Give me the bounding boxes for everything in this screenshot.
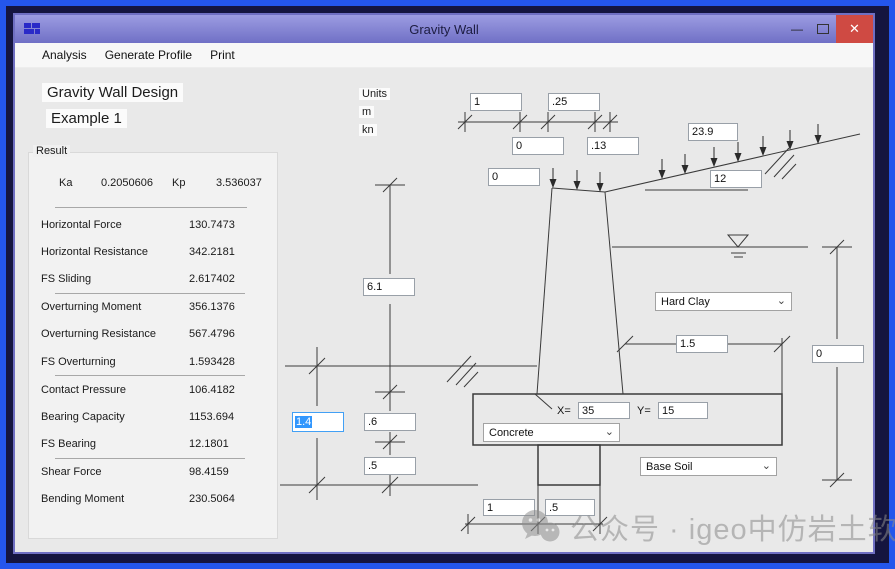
app-window: Gravity Wall — ✕ Analysis Generate Profi… [13,13,875,554]
base-soil-select[interactable]: Base Soil ⌄ [640,457,777,476]
top-width-2-input[interactable] [548,93,600,111]
window-title: Gravity Wall [15,22,873,37]
chevron-down-icon: ⌄ [762,461,776,472]
menu-print[interactable]: Print [201,45,244,65]
desktop: { "window": { "title": "Gravity Wall" },… [0,0,895,569]
wall-material-value: Concrete [489,427,534,439]
top-offset-input[interactable] [512,137,564,155]
titlebar: Gravity Wall — ✕ [15,15,873,43]
point-x-input[interactable] [578,402,630,419]
surcharge-load-input[interactable] [688,123,738,141]
water-level-input[interactable] [812,345,864,363]
menubar: Analysis Generate Profile Print [15,43,873,68]
top-batter-input[interactable] [587,137,639,155]
menu-analysis[interactable]: Analysis [33,45,96,65]
top-width-1-input[interactable] [470,93,522,111]
base-soil-value: Base Soil [646,461,692,473]
embed-depth-input[interactable]: 1.4 [292,412,344,432]
slope-angle-input[interactable] [710,170,762,188]
surcharge-left-input[interactable] [488,168,540,186]
x-label: X= [557,405,571,417]
wall-diagram [15,68,873,554]
client-area: Gravity Wall Design Example 1 Units m kn… [15,68,873,552]
wall-material-select[interactable]: Concrete ⌄ [483,423,620,442]
key-depth-input[interactable] [364,457,416,475]
backfill-soil-value: Hard Clay [661,296,710,308]
toe-width-input[interactable] [676,335,728,353]
embed-depth-selected-text: 1.4 [295,416,312,428]
key-offset-input[interactable] [483,499,535,516]
wall-height-input[interactable] [363,278,415,296]
menu-generate-profile[interactable]: Generate Profile [96,45,201,65]
chevron-down-icon: ⌄ [777,296,791,307]
key-width-input[interactable] [545,499,595,516]
point-y-input[interactable] [658,402,708,419]
chevron-down-icon: ⌄ [605,427,619,438]
y-label: Y= [637,405,651,417]
footing-thickness-input[interactable] [364,413,416,431]
backfill-soil-select[interactable]: Hard Clay ⌄ [655,292,792,311]
